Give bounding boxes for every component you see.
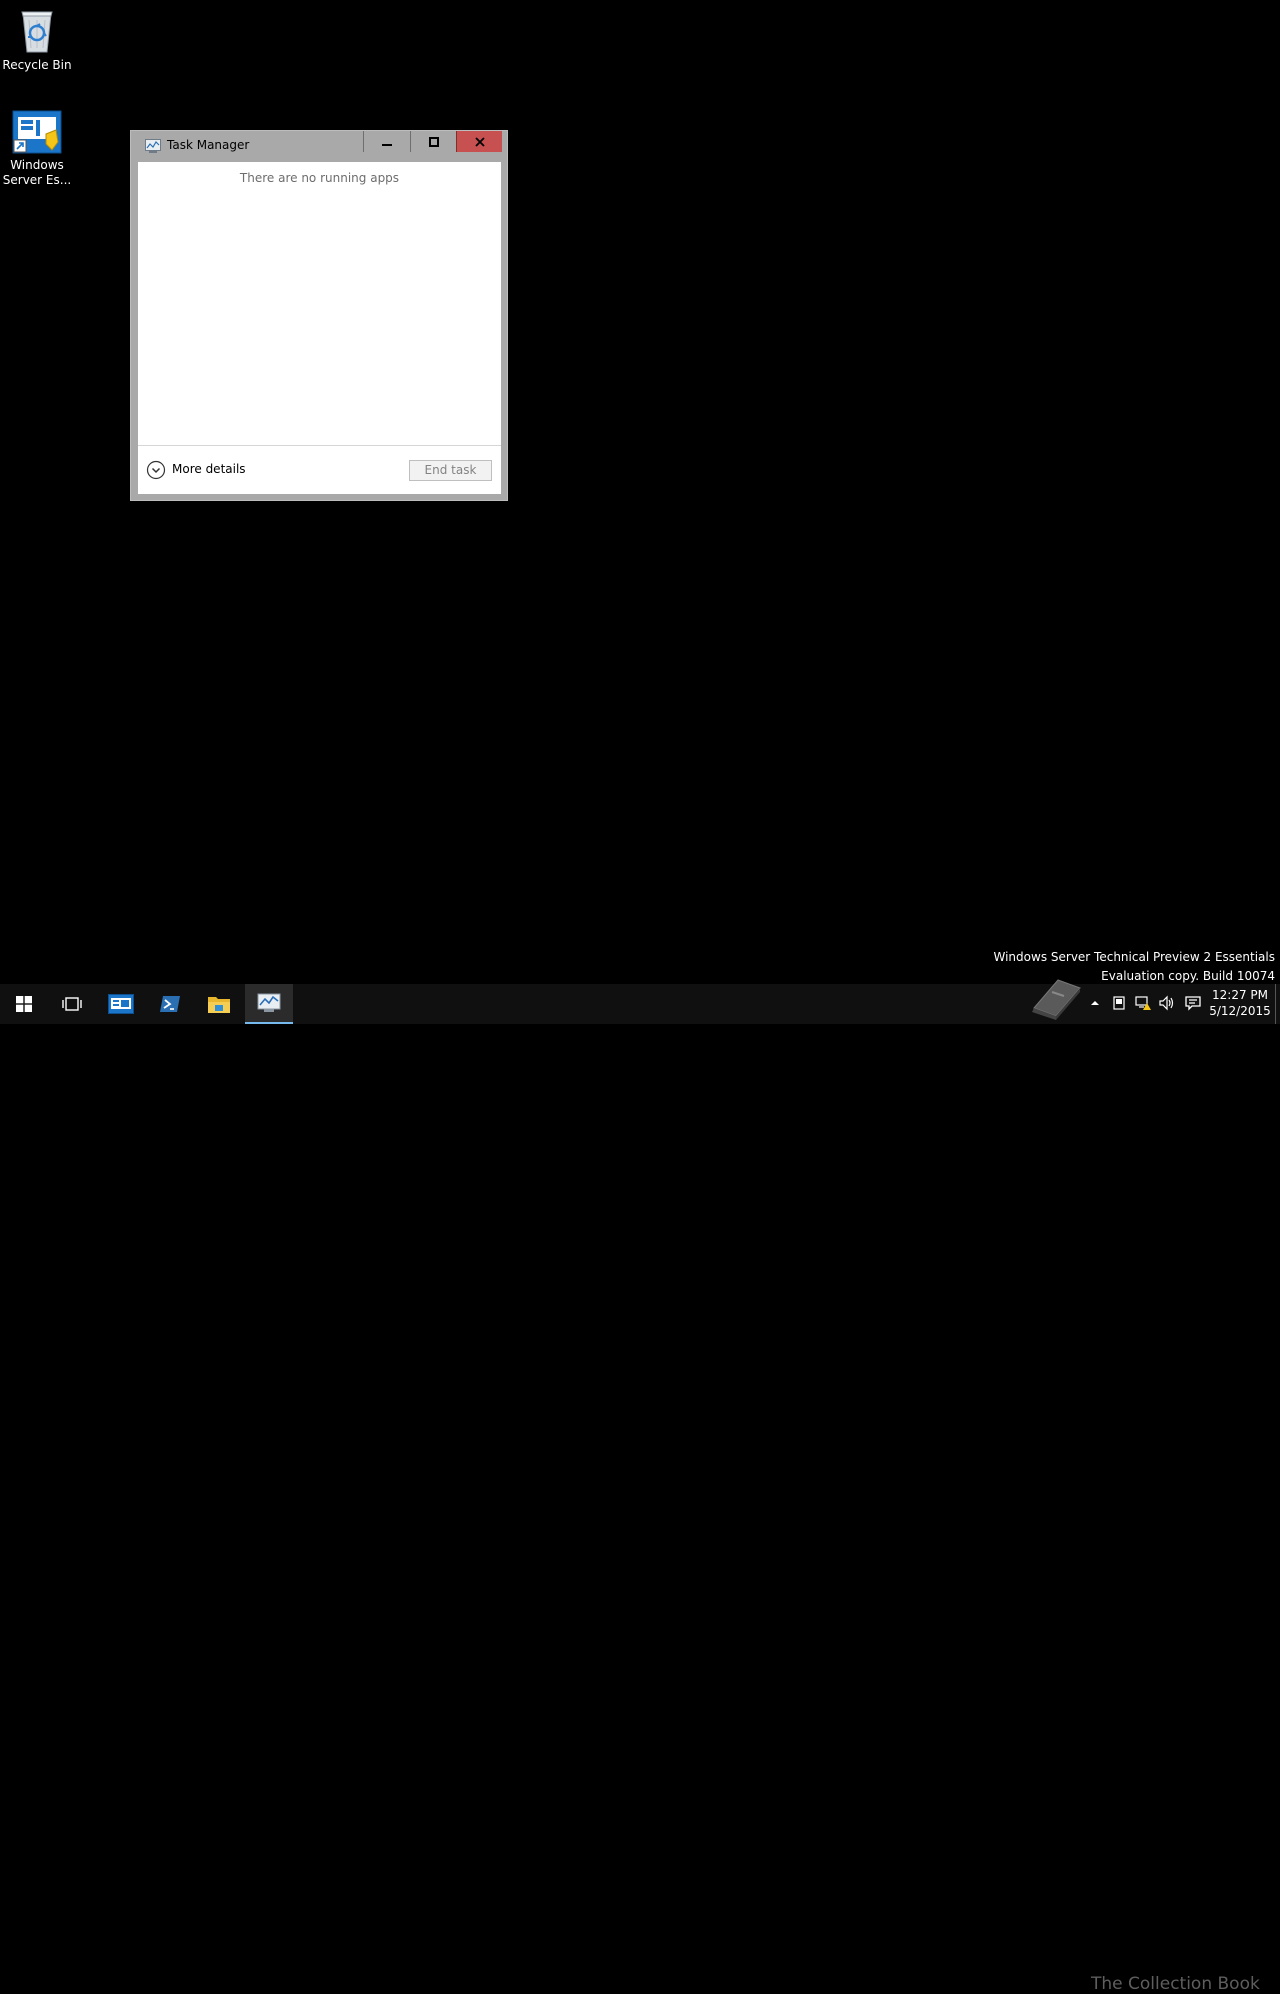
maximize-button[interactable] bbox=[410, 131, 456, 152]
task-view-button[interactable] bbox=[48, 984, 96, 1024]
clock[interactable]: 12:27 PM 5/12/2015 bbox=[1208, 987, 1272, 1019]
clock-time: 12:27 PM bbox=[1212, 988, 1268, 1002]
chevron-down-icon bbox=[146, 460, 166, 480]
task-manager-icon bbox=[145, 139, 161, 153]
desktop-icon-label: Windows Server Es... bbox=[2, 158, 72, 187]
device-icon[interactable] bbox=[1110, 994, 1128, 1012]
desktop: Recycle Bin Windows Server Es... Task Ma… bbox=[0, 0, 1280, 984]
show-desktop-button[interactable] bbox=[1275, 984, 1280, 1024]
taskbar-item-powershell[interactable] bbox=[146, 984, 194, 1024]
task-view-icon bbox=[62, 997, 82, 1011]
divider bbox=[138, 445, 501, 446]
minimize-icon bbox=[382, 143, 392, 146]
desktop-icon-recycle-bin[interactable]: Recycle Bin bbox=[0, 8, 74, 73]
desktop-icon-label: Recycle Bin bbox=[2, 58, 72, 72]
overlay-logo-text: The Collection Book bbox=[1091, 1974, 1260, 1994]
title-bar[interactable]: Task Manager bbox=[131, 131, 507, 161]
window-title: Task Manager bbox=[167, 138, 250, 152]
maximize-icon bbox=[428, 136, 439, 147]
desktop-icon-windows-server-essentials[interactable]: Windows Server Es... bbox=[0, 110, 74, 188]
end-task-button[interactable]: End task bbox=[409, 460, 492, 481]
start-button[interactable] bbox=[0, 984, 48, 1024]
task-manager-icon bbox=[257, 993, 281, 1012]
close-button[interactable] bbox=[456, 131, 502, 152]
network-warning-icon[interactable] bbox=[1134, 994, 1152, 1012]
task-manager-content: There are no running apps More details E… bbox=[138, 162, 501, 494]
clock-date: 5/12/2015 bbox=[1209, 1004, 1271, 1018]
book-icon bbox=[1032, 979, 1081, 1020]
windows-logo-icon bbox=[16, 996, 32, 1012]
taskbar-item-dashboard[interactable] bbox=[97, 984, 145, 1024]
task-manager-window[interactable]: Task Manager There are no running apps M… bbox=[130, 130, 508, 501]
watermark-edition: Windows Server Technical Preview 2 Essen… bbox=[993, 950, 1276, 964]
taskbar-item-task-manager[interactable] bbox=[245, 984, 293, 1024]
show-hidden-icons-chevron-icon[interactable] bbox=[1086, 994, 1104, 1012]
windows-server-essentials-icon bbox=[12, 110, 62, 154]
empty-state-message: There are no running apps bbox=[239, 171, 400, 185]
powershell-icon bbox=[160, 996, 180, 1012]
volume-icon[interactable] bbox=[1158, 994, 1176, 1012]
more-details-label: More details bbox=[172, 462, 246, 476]
close-icon bbox=[474, 136, 485, 147]
folder-icon bbox=[208, 997, 230, 1013]
recycle-bin-icon bbox=[21, 11, 53, 53]
minimize-button[interactable] bbox=[363, 131, 410, 152]
dashboard-icon bbox=[108, 994, 134, 1014]
taskbar-item-file-explorer[interactable] bbox=[195, 984, 243, 1024]
action-center-icon[interactable] bbox=[1184, 994, 1202, 1012]
